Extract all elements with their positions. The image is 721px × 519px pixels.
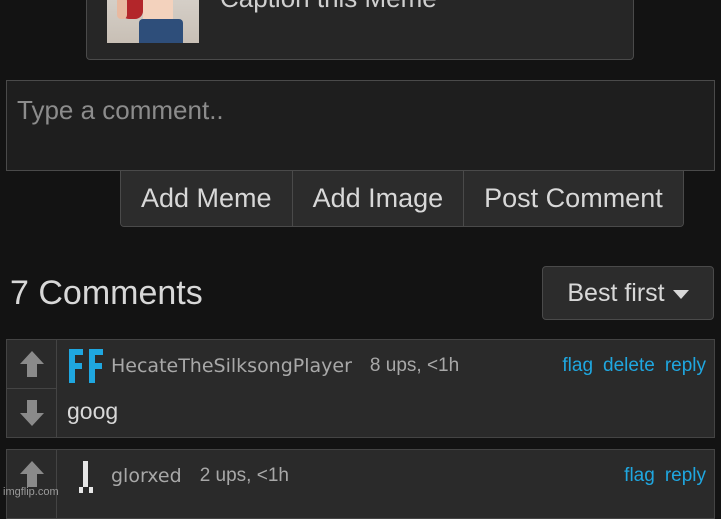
flag-link[interactable]: flag	[624, 465, 655, 487]
meme-thumbnail-image[interactable]	[107, 0, 199, 43]
figure-avatar-icon[interactable]	[67, 457, 107, 495]
composer-button-row: Add Meme Add Image Post Comment	[120, 170, 684, 227]
arrow-down-icon	[20, 400, 44, 426]
comment-header: glorxed 2 ups, <1h flag reply	[67, 456, 706, 496]
flag-link[interactable]: flag	[562, 355, 593, 377]
comments-count: 7 Comments	[10, 274, 203, 312]
reply-link[interactable]: reply	[665, 465, 706, 487]
comment-username[interactable]: HecateTheSilksongPlayer	[111, 355, 352, 377]
imgflip-watermark: imgflip.com	[3, 486, 59, 498]
comment-input[interactable]	[7, 81, 714, 170]
comment-header: HecateTheSilksongPlayer 8 ups, <1h flag …	[67, 346, 706, 386]
add-meme-button[interactable]: Add Meme	[121, 171, 293, 226]
post-comment-button[interactable]: Post Comment	[464, 171, 683, 226]
comment-meta: 2 ups, <1h	[199, 465, 289, 486]
add-image-button[interactable]: Add Image	[292, 171, 465, 226]
meme-caption: Caption this Meme	[220, 0, 437, 14]
ff-avatar-icon[interactable]	[67, 347, 107, 385]
comment-actions: flag delete reply	[562, 355, 706, 377]
comment-item: HecateTheSilksongPlayer 8 ups, <1h flag …	[6, 339, 715, 438]
caret-down-icon	[672, 289, 689, 299]
comment-actions: flag reply	[624, 465, 706, 487]
vote-column	[7, 450, 57, 518]
vote-column	[7, 340, 57, 437]
meme-card[interactable]: Caption this Meme	[86, 0, 634, 60]
thumbnail-figure-jeans	[139, 19, 183, 43]
downvote-button[interactable]	[7, 388, 57, 437]
comment-item: glorxed 2 ups, <1h flag reply	[6, 449, 715, 519]
thumbnail-figure-arm	[117, 0, 127, 19]
arrow-up-icon	[20, 461, 44, 487]
comment-box	[6, 80, 715, 171]
reply-link[interactable]: reply	[665, 355, 706, 377]
comment-username[interactable]: glorxed	[111, 465, 182, 487]
thumbnail-figure-body	[143, 0, 173, 21]
comment-text: goog	[67, 398, 119, 424]
upvote-button[interactable]	[7, 340, 57, 388]
arrow-up-icon	[20, 351, 44, 377]
sort-label: Best first	[567, 278, 665, 307]
comment-meta: 8 ups, <1h	[369, 355, 460, 376]
sort-dropdown[interactable]: Best first	[542, 266, 714, 320]
delete-link[interactable]: delete	[603, 355, 655, 377]
